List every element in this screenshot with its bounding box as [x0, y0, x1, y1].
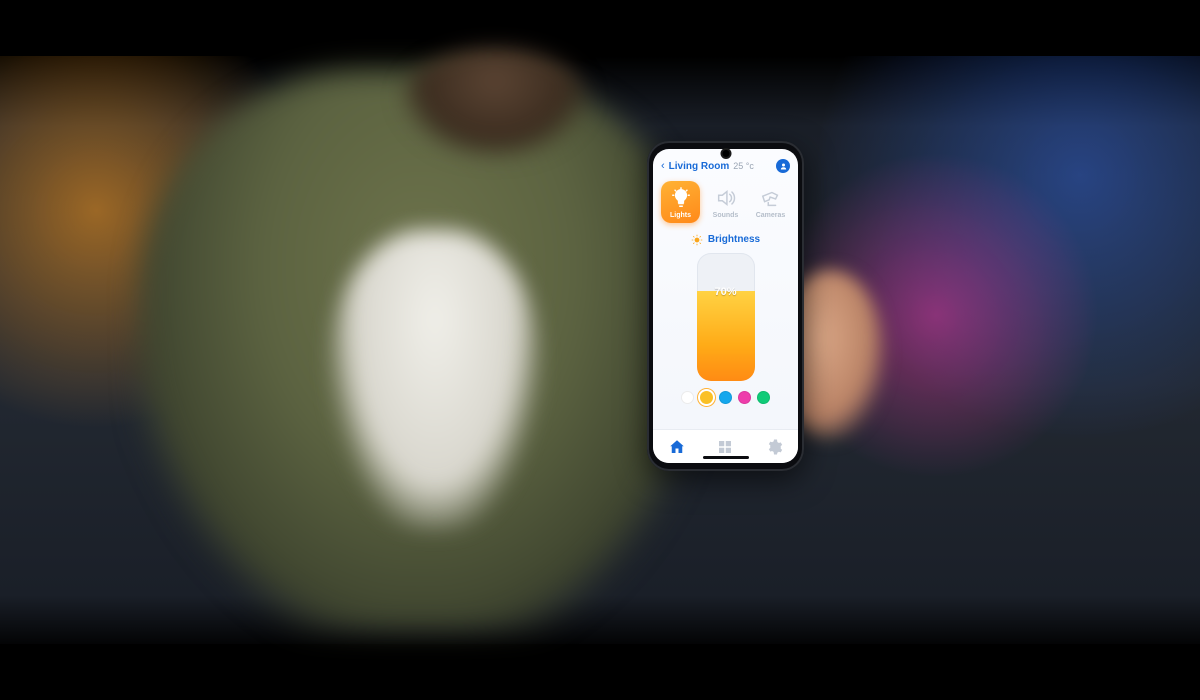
- room-title: Living Room: [669, 161, 730, 172]
- letterbox-bottom: [0, 644, 1200, 700]
- color-swatch-0[interactable]: [681, 391, 694, 404]
- nav-settings[interactable]: [765, 438, 783, 456]
- section-header: Brightness: [653, 225, 798, 249]
- tab-label: Lights: [670, 212, 691, 219]
- grid-icon: [716, 438, 734, 456]
- lightbulb-icon: [670, 187, 692, 209]
- nav-home[interactable]: [668, 438, 686, 456]
- speaker-icon: [715, 187, 737, 209]
- room-temperature: 25 °c: [733, 161, 754, 171]
- color-swatches: [653, 387, 798, 410]
- gear-icon: [765, 438, 783, 456]
- brightness-fill: [697, 291, 755, 381]
- brightness-value: 70%: [697, 286, 755, 298]
- letterbox-top: [0, 0, 1200, 56]
- brightness-slider[interactable]: 70%: [697, 253, 755, 381]
- camera-icon: [760, 187, 782, 209]
- brightness-slider-container: 70%: [653, 249, 798, 387]
- person-beard: [400, 48, 590, 158]
- photo-scene: ‹ Living Room 25 °c Lights: [0, 0, 1200, 700]
- color-swatch-4[interactable]: [757, 391, 770, 404]
- back-button[interactable]: ‹: [661, 161, 665, 172]
- home-icon: [668, 438, 686, 456]
- person-shirt: [330, 230, 540, 530]
- front-camera-punchhole: [722, 150, 729, 157]
- section-title: Brightness: [708, 234, 760, 245]
- person-icon: [779, 162, 788, 171]
- tab-cameras[interactable]: Cameras: [751, 181, 790, 223]
- brightness-icon: [691, 233, 703, 245]
- tab-sounds[interactable]: Sounds: [706, 181, 745, 223]
- nav-rooms[interactable]: [716, 438, 734, 456]
- tab-lights[interactable]: Lights: [661, 181, 700, 223]
- gesture-bar: [703, 456, 749, 459]
- color-swatch-2[interactable]: [719, 391, 732, 404]
- app-screen: ‹ Living Room 25 °c Lights: [653, 149, 798, 463]
- category-tabs: Lights Sounds Cameras: [653, 177, 798, 225]
- tab-label: Sounds: [713, 212, 739, 219]
- color-swatch-1[interactable]: [700, 391, 713, 404]
- tab-label: Cameras: [756, 212, 786, 219]
- profile-avatar[interactable]: [776, 159, 790, 173]
- smartphone-frame: ‹ Living Room 25 °c Lights: [647, 141, 804, 471]
- color-swatch-3[interactable]: [738, 391, 751, 404]
